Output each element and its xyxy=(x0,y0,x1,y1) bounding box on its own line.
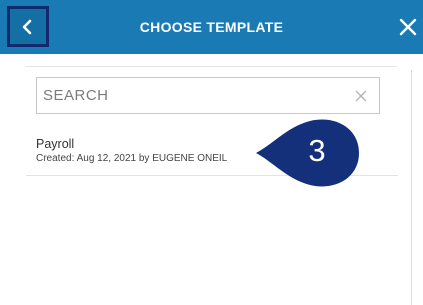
close-icon xyxy=(355,90,367,102)
template-created-info: Created: Aug 12, 2021 by EUGENE ONEIL xyxy=(36,153,228,164)
back-button[interactable] xyxy=(7,6,49,47)
panel-divider xyxy=(25,66,397,67)
callout-step-number: 3 xyxy=(308,133,326,168)
template-name: Payroll xyxy=(36,137,75,151)
chevron-left-icon xyxy=(22,19,32,34)
close-icon xyxy=(399,18,417,36)
search-input[interactable] xyxy=(37,78,327,113)
dialog-title: CHOOSE TEMPLATE xyxy=(139,19,284,35)
panel-scroll-edge xyxy=(411,70,412,305)
close-button[interactable] xyxy=(395,12,421,42)
clear-search-button[interactable] xyxy=(351,86,371,106)
search-field[interactable] xyxy=(36,77,380,114)
choose-template-dialog: CHOOSE TEMPLATE Payroll Created: Aug 12,… xyxy=(0,0,423,305)
dialog-header: CHOOSE TEMPLATE xyxy=(0,0,423,54)
